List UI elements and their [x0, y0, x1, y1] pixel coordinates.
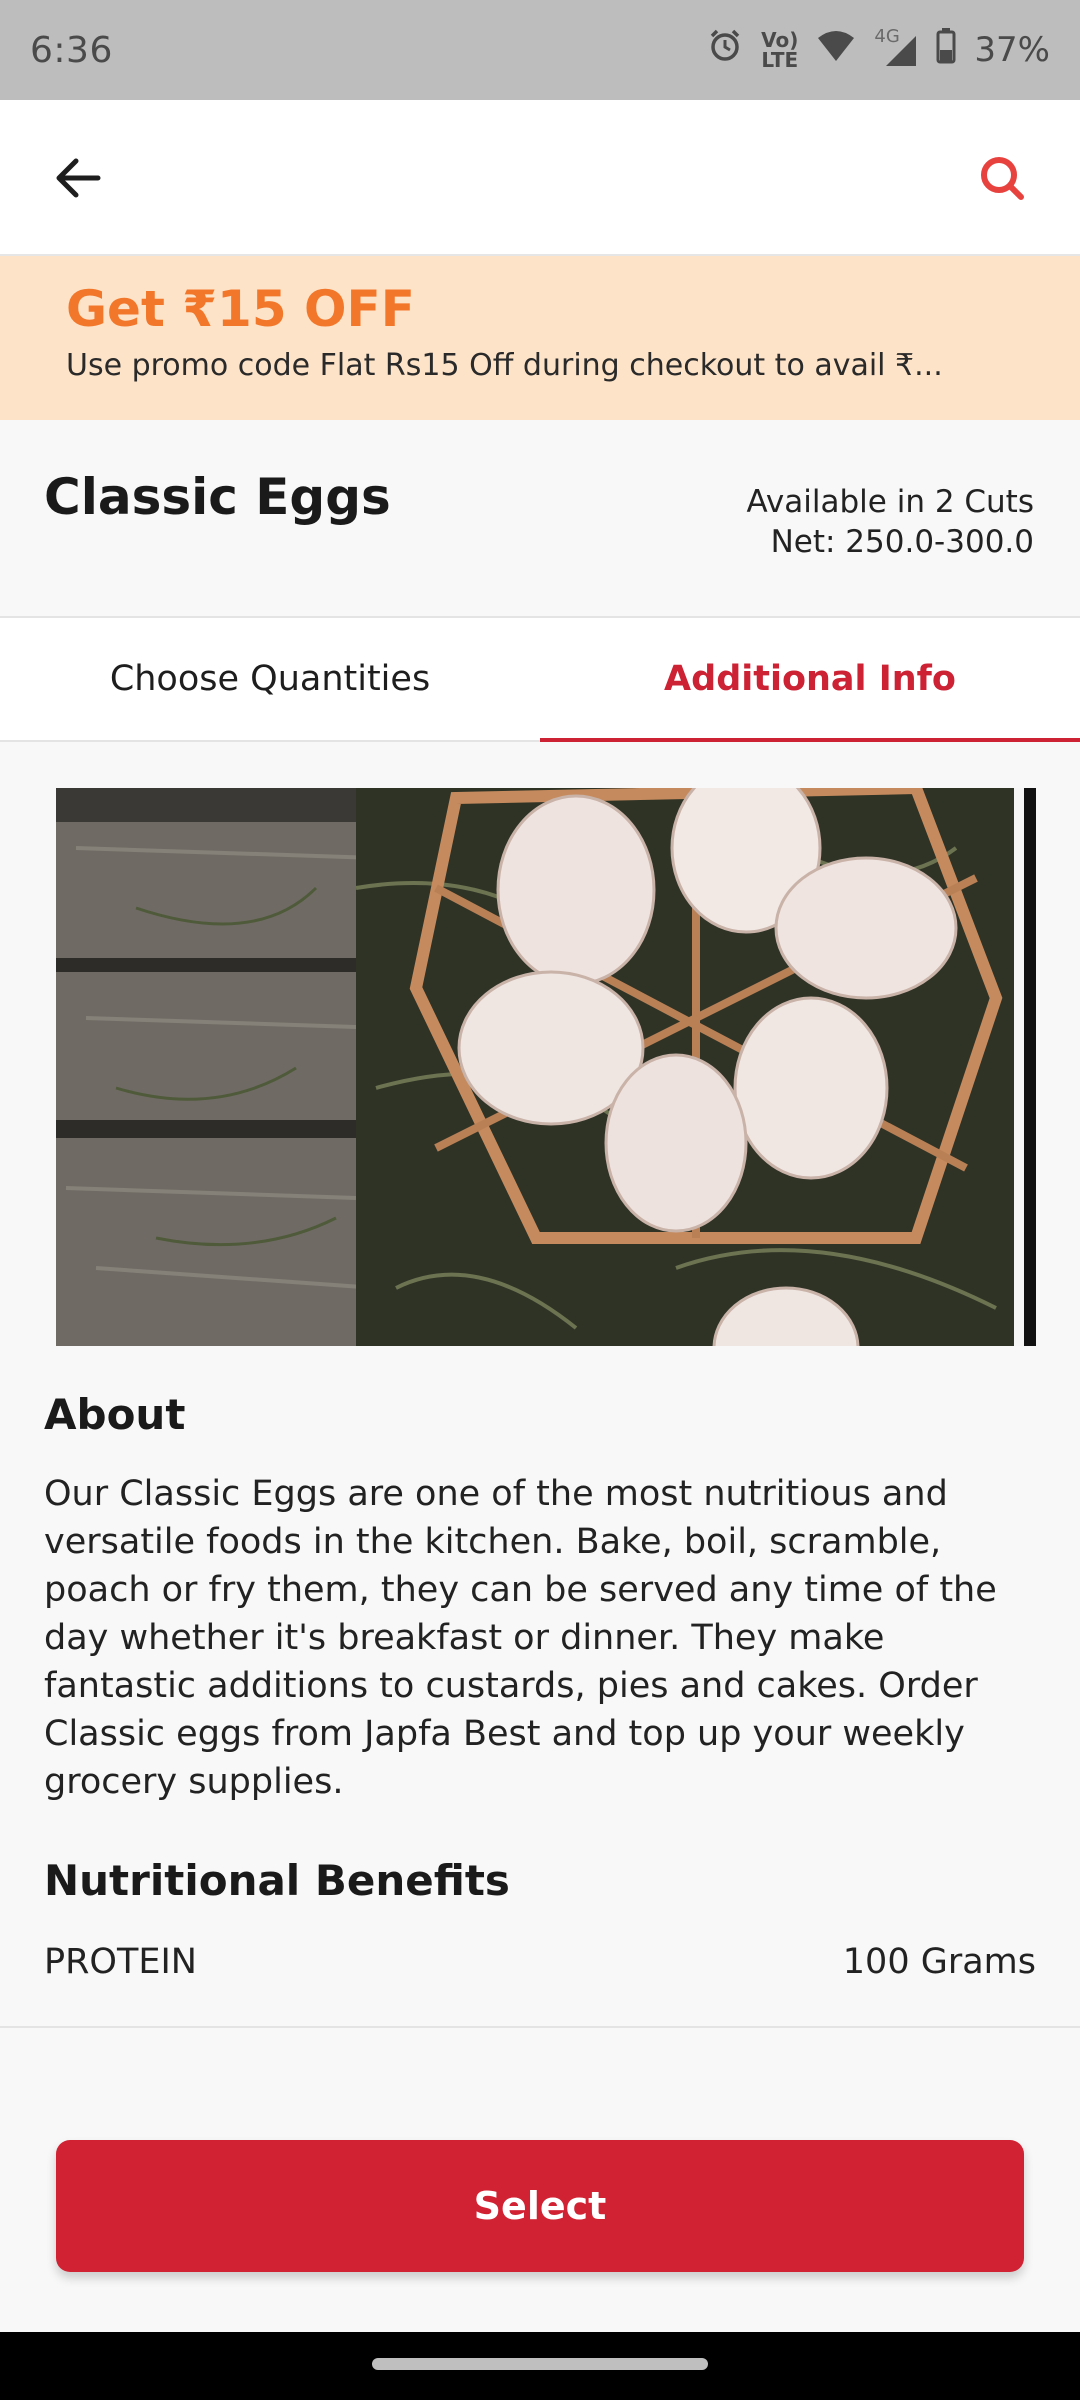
- battery-percent: 37%: [974, 30, 1050, 70]
- top-app-bar: [0, 100, 1080, 256]
- alarm-icon: [707, 28, 743, 73]
- system-nav-bar: [0, 2332, 1080, 2400]
- status-time: 6:36: [30, 29, 113, 71]
- nutrition-row: PROTEIN 100 Grams: [44, 1942, 1036, 1982]
- home-gesture-handle[interactable]: [372, 2358, 708, 2370]
- about-description: Our Classic Eggs are one of the most nut…: [44, 1474, 997, 1802]
- tab-choose-quantities[interactable]: Choose Quantities: [0, 618, 540, 740]
- promo-banner[interactable]: Get ₹15 OFF Use promo code Flat Rs15 Off…: [0, 256, 1080, 420]
- nutrition-heading: Nutritional Benefits: [44, 1856, 510, 1905]
- promo-title: Get ₹15 OFF: [66, 280, 415, 338]
- nutrient-name: PROTEIN: [44, 1942, 197, 1982]
- product-header: Classic Eggs Available in 2 Cuts Net: 25…: [0, 420, 1080, 618]
- battery-icon: [936, 27, 956, 73]
- availability-text: Available in 2 Cuts: [746, 484, 1034, 520]
- volte-icon: Vo) LTE: [761, 28, 799, 72]
- tab-additional-info[interactable]: Additional Info: [540, 618, 1080, 742]
- search-icon: [981, 157, 1024, 200]
- divider: [0, 2026, 1080, 2028]
- product-meta: Available in 2 Cuts Net: 250.0-300.0: [747, 482, 1034, 562]
- tab-bar: Choose Quantities Additional Info: [0, 618, 1080, 742]
- promo-text: Use promo code Flat Rs15 Off during chec…: [66, 348, 943, 383]
- net-weight-text: Net: 250.0-300.0: [770, 524, 1034, 560]
- status-bar: 6:36 Vo) LTE 4G 37%: [0, 0, 1080, 100]
- select-button[interactable]: Select: [56, 2140, 1024, 2272]
- wifi-icon: [816, 29, 856, 72]
- product-image: [56, 788, 1036, 1346]
- signal-icon: 4G: [874, 26, 918, 68]
- product-title: Classic Eggs: [44, 468, 391, 526]
- about-heading: About: [44, 1390, 186, 1439]
- arrow-left-icon: [56, 158, 101, 198]
- status-icons: Vo) LTE 4G 37%: [707, 26, 1050, 73]
- search-button[interactable]: [964, 140, 1040, 216]
- back-button[interactable]: [40, 140, 116, 216]
- nutrient-value: 100 Grams: [842, 1942, 1036, 1982]
- eggs-in-basket-image: [56, 788, 1036, 1346]
